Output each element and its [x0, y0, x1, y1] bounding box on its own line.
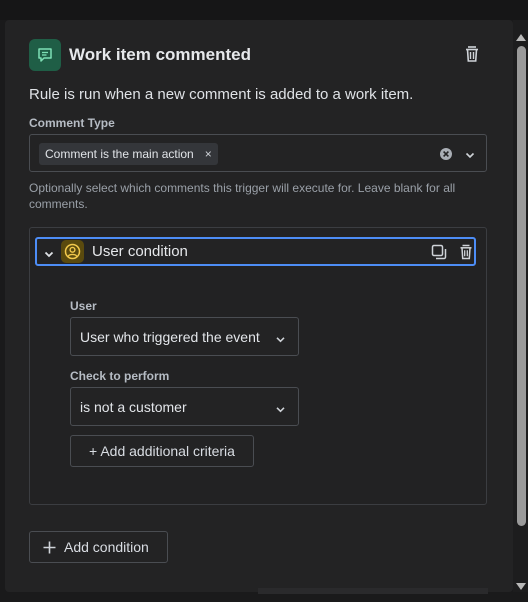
check-select-value: is not a customer: [80, 399, 187, 415]
chevron-down-icon: [275, 332, 286, 343]
check-label: Check to perform: [70, 369, 170, 383]
add-criteria-label: + Add additional criteria: [89, 443, 235, 459]
bottom-strip: [258, 588, 488, 594]
user-condition-icon: [61, 240, 84, 263]
user-select[interactable]: User who triggered the event: [70, 317, 299, 356]
duplicate-icon[interactable]: [430, 243, 448, 261]
add-condition-button[interactable]: Add condition: [29, 531, 168, 563]
comment-type-select[interactable]: Comment is the main action ×: [29, 134, 487, 172]
comment-type-label: Comment Type: [29, 116, 115, 130]
add-condition-label: Add condition: [64, 539, 149, 555]
plus-icon: [43, 541, 56, 553]
user-select-value: User who triggered the event: [80, 329, 260, 345]
condition-header[interactable]: User condition: [35, 237, 476, 266]
trigger-title: Work item commented: [69, 45, 252, 64]
trash-icon: [460, 244, 472, 260]
comment-icon: [29, 39, 61, 71]
add-criteria-button[interactable]: + Add additional criteria: [70, 435, 254, 467]
top-strip: [0, 0, 528, 20]
delete-condition-button[interactable]: [457, 243, 475, 261]
scroll-down-arrow-icon[interactable]: [516, 578, 526, 590]
selected-chip: Comment is the main action ×: [39, 143, 218, 165]
check-select[interactable]: is not a customer: [70, 387, 299, 426]
collapse-chevron-icon[interactable]: [43, 247, 55, 259]
chip-remove-button[interactable]: ×: [205, 143, 212, 165]
chevron-down-icon[interactable]: [464, 148, 476, 160]
condition-title: User condition: [92, 243, 188, 260]
comment-type-helper: Optionally select which comments this tr…: [29, 181, 456, 211]
chip-label: Comment is the main action: [45, 147, 194, 161]
user-label: User: [70, 299, 97, 313]
chevron-down-icon: [275, 402, 286, 413]
scrollbar-thumb[interactable]: [517, 46, 526, 526]
trash-icon: [466, 46, 478, 62]
delete-trigger-button[interactable]: [462, 44, 482, 64]
clear-icon[interactable]: [439, 147, 453, 161]
trigger-description: Rule is run when a new comment is added …: [29, 86, 414, 103]
scroll-up-arrow-icon[interactable]: [516, 28, 526, 41]
